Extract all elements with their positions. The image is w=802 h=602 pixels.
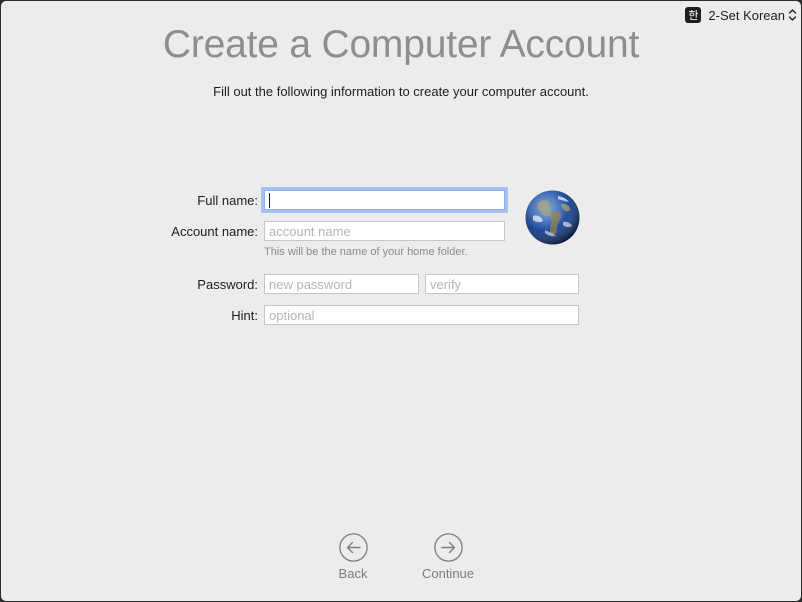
back-button[interactable]: Back (313, 533, 393, 581)
back-button-label: Back (338, 566, 368, 581)
account-name-field[interactable] (264, 221, 505, 241)
hint-field[interactable] (264, 305, 579, 325)
verify-password-field[interactable] (425, 274, 579, 294)
input-source-label: 2-Set Korean (708, 7, 785, 23)
page-title: Create a Computer Account (162, 23, 640, 66)
arrow-right-circle-icon (433, 533, 463, 562)
continue-button[interactable]: Continue (408, 533, 488, 581)
full-name-label: Full name: (197, 193, 258, 208)
full-name-field[interactable] (264, 190, 505, 210)
input-source-icon: 한 (685, 7, 702, 23)
text-caret (269, 193, 270, 208)
password-label: Password: (197, 277, 258, 292)
input-source-menu[interactable]: 한 2-Set Korean (685, 7, 797, 23)
setup-assistant-window: 한 2-Set Korean Create a Computer Account… (1, 1, 801, 601)
hint-label: Hint: (231, 308, 258, 323)
arrow-left-circle-icon (338, 533, 368, 562)
chevron-up-down-icon (788, 9, 797, 21)
continue-button-label: Continue (421, 566, 475, 581)
password-field[interactable] (264, 274, 419, 294)
account-name-label: Account name: (171, 224, 258, 239)
globe-icon[interactable] (525, 190, 580, 245)
account-name-helper: This will be the name of your home folde… (264, 246, 468, 258)
page-subtitle: Fill out the following information to cr… (213, 84, 589, 99)
